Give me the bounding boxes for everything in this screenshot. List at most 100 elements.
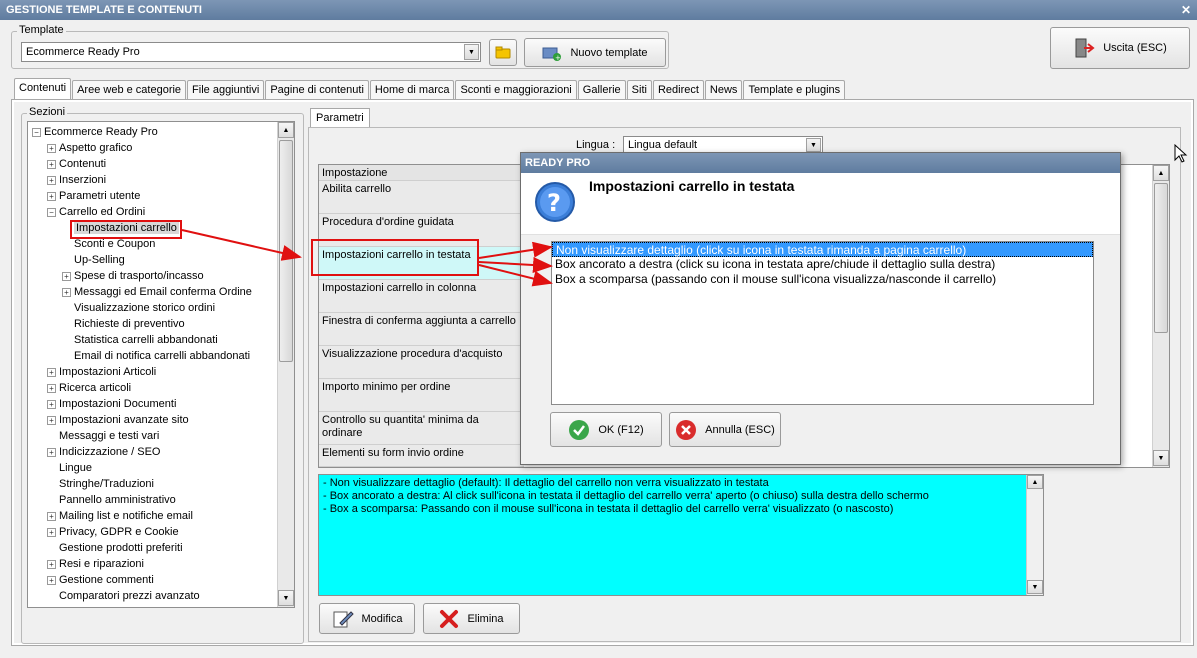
tree-item[interactable]: Stringhe/Traduzioni xyxy=(47,476,154,492)
expand-icon[interactable]: + xyxy=(47,511,56,521)
cancel-x-icon xyxy=(676,419,697,440)
delete-button[interactable]: Elimina xyxy=(423,603,520,634)
tree-item[interactable]: + Contenuti xyxy=(47,156,106,172)
tab-gallerie[interactable]: Gallerie xyxy=(577,80,626,99)
template-select[interactable]: Ecommerce Ready Pro ▼ xyxy=(21,42,481,62)
modify-button[interactable]: Modifica xyxy=(319,603,415,634)
tree-item[interactable]: Comparatori prezzi avanzato xyxy=(47,588,200,604)
expand-icon[interactable]: + xyxy=(47,399,56,409)
cancel-button[interactable]: Annulla (ESC) xyxy=(669,412,781,447)
tree-item[interactable]: + Gestione commenti xyxy=(47,572,154,588)
tree-item[interactable]: Visualizzazione storico ordini xyxy=(62,300,215,316)
grid-row[interactable]: Finestra di conferma aggiunta a carrello xyxy=(319,313,524,346)
expand-icon[interactable]: + xyxy=(47,159,56,169)
tab-pagine-di-contenuti[interactable]: Pagine di contenuti xyxy=(265,80,369,99)
dialog-heading: Impostazioni carrello in testata xyxy=(589,178,795,194)
grid-row[interactable]: Abilita carrello xyxy=(319,181,524,214)
mouse-cursor-icon xyxy=(1174,144,1188,163)
ok-button[interactable]: OK (F12) xyxy=(550,412,662,447)
option-item[interactable]: Non visualizzare dettaglio (click su ico… xyxy=(552,242,1093,257)
collapse-icon[interactable]: − xyxy=(32,127,41,137)
tree-item-label: Spese di trasporto/incasso xyxy=(74,270,204,282)
expand-icon[interactable]: + xyxy=(47,175,56,185)
tree-scroll-thumb[interactable] xyxy=(279,140,293,362)
window-title: GESTIONE TEMPLATE E CONTENUTI xyxy=(6,4,202,16)
tab-aree-web-e-categorie[interactable]: Aree web e categorie xyxy=(72,80,187,99)
tree-item[interactable]: Up-Selling xyxy=(62,252,125,268)
tree-item[interactable]: − Ecommerce Ready Pro xyxy=(32,124,158,140)
tree-item[interactable]: + Ricerca articoli xyxy=(47,380,131,396)
options-list[interactable]: Non visualizzare dettaglio (click su ico… xyxy=(551,241,1094,405)
grid-scrollbar[interactable]: ▲ ▼ xyxy=(1152,165,1169,467)
grid-row[interactable]: Visualizzazione procedura d'acquisto xyxy=(319,346,524,379)
open-folder-button[interactable] xyxy=(489,39,517,66)
tab-parametri[interactable]: Parametri xyxy=(310,108,370,128)
expand-icon[interactable]: + xyxy=(47,447,56,457)
scroll-down-icon[interactable]: ▼ xyxy=(1153,450,1169,466)
question-icon: ? xyxy=(535,182,575,222)
expand-icon[interactable]: + xyxy=(47,367,56,377)
tree-item[interactable]: + Impostazioni avanzate sito xyxy=(47,412,189,428)
tree-item[interactable]: + Resi e riparazioni xyxy=(47,556,144,572)
tab-siti[interactable]: Siti xyxy=(626,80,652,99)
grid-row[interactable]: Controllo su quantita' minima da ordinar… xyxy=(319,412,524,445)
tab-sconti-e-maggiorazioni[interactable]: Sconti e maggiorazioni xyxy=(455,80,577,99)
expand-icon[interactable]: + xyxy=(47,383,56,393)
tree-item[interactable]: + Spese di trasporto/incasso xyxy=(62,268,204,284)
scroll-down-icon[interactable]: ▼ xyxy=(1027,580,1043,594)
expand-icon[interactable]: + xyxy=(47,143,56,153)
tree-item[interactable]: + Messaggi ed Email conferma Ordine xyxy=(62,284,252,300)
ok-label: OK (F12) xyxy=(598,423,644,436)
tree-item[interactable]: Email di notifica carrelli abbandonati xyxy=(62,348,250,364)
tree-item[interactable]: + Mailing list e notifiche email xyxy=(47,508,193,524)
tree-item[interactable]: Pannello amministrativo xyxy=(47,492,176,508)
expand-icon[interactable]: + xyxy=(47,575,56,585)
chevron-down-icon[interactable]: ▼ xyxy=(806,138,821,152)
collapse-icon[interactable]: − xyxy=(47,207,56,217)
tree-item[interactable]: Lingue xyxy=(47,460,92,476)
grid-row[interactable]: Elementi su form invio ordine xyxy=(319,445,524,467)
tree-item[interactable]: + Inserzioni xyxy=(47,172,106,188)
tab-redirect[interactable]: Redirect xyxy=(652,80,704,99)
expand-icon[interactable]: + xyxy=(47,191,56,201)
scroll-up-icon[interactable]: ▲ xyxy=(1027,475,1043,489)
tree-item[interactable]: + Indicizzazione / SEO xyxy=(47,444,161,460)
close-icon[interactable]: ✕ xyxy=(1181,0,1191,20)
tree-item[interactable]: Gestione prodotti preferiti xyxy=(47,540,183,556)
tree-item[interactable]: + Privacy, GDPR e Cookie xyxy=(47,524,179,540)
expand-icon[interactable]: + xyxy=(47,415,56,425)
exit-button[interactable]: Uscita (ESC) xyxy=(1050,27,1190,69)
chevron-down-icon[interactable]: ▼ xyxy=(464,44,479,60)
tree-item[interactable]: + Impostazioni Documenti xyxy=(47,396,176,412)
expand-icon[interactable]: + xyxy=(47,559,56,569)
tree-scrollbar[interactable]: ▲ ▼ xyxy=(277,122,294,607)
option-item[interactable]: Box ancorato a destra (click su icona in… xyxy=(552,257,1093,272)
scroll-up-icon[interactable]: ▲ xyxy=(1153,165,1169,181)
tree-item[interactable]: Messaggi e testi vari xyxy=(47,428,159,444)
tab-contenuti[interactable]: Contenuti xyxy=(14,78,72,99)
tree-item[interactable]: + Parametri utente xyxy=(47,188,140,204)
tree-item[interactable]: Richieste di preventivo xyxy=(62,316,185,332)
expand-icon[interactable]: + xyxy=(47,527,56,537)
tree-item-label: Messaggi ed Email conferma Ordine xyxy=(74,286,252,298)
sections-tree[interactable]: − Ecommerce Ready Pro + Aspetto grafico + Con… xyxy=(27,121,295,608)
option-item[interactable]: Box a scomparsa (passando con il mouse s… xyxy=(552,272,1093,287)
tab-home-di-marca[interactable]: Home di marca xyxy=(369,80,455,99)
tree-item[interactable]: − Carrello ed Ordini xyxy=(47,204,145,220)
tab-file-aggiuntivi[interactable]: File aggiuntivi xyxy=(187,80,265,99)
grid-row[interactable]: Importo minimo per ordine xyxy=(319,379,524,412)
description-scrollbar[interactable]: ▲ ▼ xyxy=(1026,475,1043,595)
grid-scroll-thumb[interactable] xyxy=(1154,183,1168,333)
tree-item[interactable]: + Impostazioni Articoli xyxy=(47,364,156,380)
expand-icon[interactable]: + xyxy=(62,271,71,281)
tree-item[interactable]: Statistica carrelli abbandonati xyxy=(62,332,218,348)
scroll-up-icon[interactable]: ▲ xyxy=(278,122,294,138)
tab-news[interactable]: News xyxy=(704,80,743,99)
expand-icon[interactable]: + xyxy=(62,287,71,297)
tab-template-e-plugins[interactable]: Template e plugins xyxy=(743,80,846,99)
scroll-down-icon[interactable]: ▼ xyxy=(278,590,294,606)
tree-item-label: Sconti e Coupon xyxy=(74,238,156,250)
grid-row[interactable]: Impostazioni carrello in colonna xyxy=(319,280,524,313)
tree-item[interactable]: + Aspetto grafico xyxy=(47,140,132,156)
new-template-button[interactable]: + Nuovo template xyxy=(524,38,666,67)
